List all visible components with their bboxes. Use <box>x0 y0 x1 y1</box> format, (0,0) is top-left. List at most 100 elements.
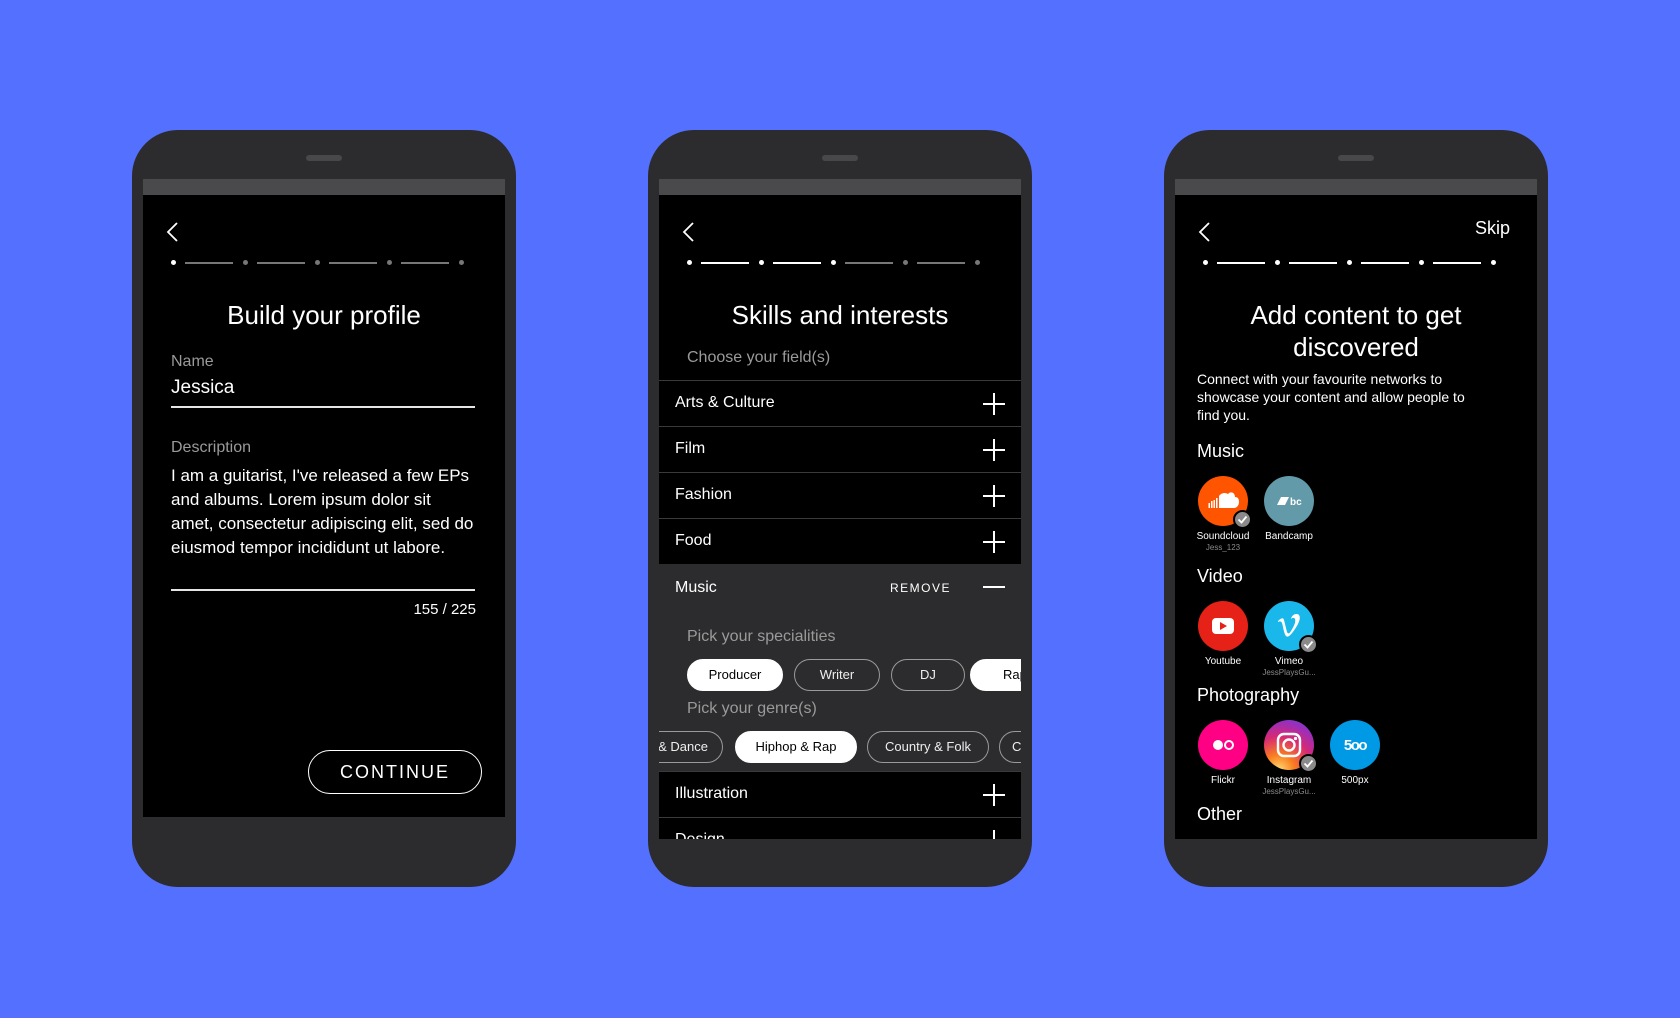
plus-icon[interactable] <box>983 485 1005 507</box>
chip-dj[interactable]: DJ <box>891 659 965 691</box>
network-500px[interactable]: 5oo 500px <box>1322 720 1388 786</box>
name-label: Name <box>171 353 214 370</box>
chip-electronic-dance[interactable]: Electronic & Dance <box>659 731 723 763</box>
field-row-arts-culture[interactable]: Arts & Culture <box>659 380 1021 426</box>
instagram-icon <box>1264 720 1318 773</box>
plus-icon[interactable] <box>983 531 1005 553</box>
network-name: Youtube <box>1204 656 1242 667</box>
screen: Build your profile Name Jessica Descript… <box>143 195 505 817</box>
plus-icon[interactable] <box>983 393 1005 415</box>
network-flickr[interactable]: Flickr <box>1190 720 1256 786</box>
field-label: Food <box>675 532 712 549</box>
progress-indicator <box>1203 259 1508 267</box>
field-row-illustration[interactable]: Illustration <box>659 771 1021 817</box>
progress-dot <box>1347 260 1352 265</box>
back-icon[interactable] <box>1194 220 1218 244</box>
network-username: JessPlaysGu... <box>1262 668 1316 677</box>
field-row-fashion[interactable]: Fashion <box>659 472 1021 518</box>
field-row-design[interactable]: Design <box>659 817 1021 839</box>
chip-producer[interactable]: Producer <box>687 659 783 691</box>
section-video: Video <box>1197 566 1243 586</box>
network-instagram[interactable]: Instagram JessPlaysGu... <box>1256 720 1322 796</box>
phone-speaker <box>822 155 858 161</box>
chip-hiphop-rap[interactable]: Hiphop & Rap <box>735 731 857 763</box>
phone-add-content: Skip Add content to get discovered Conne… <box>1164 130 1548 887</box>
section-music: Music <box>1197 441 1245 461</box>
description-label: Description <box>171 439 252 456</box>
plus-icon[interactable] <box>983 830 1005 839</box>
plus-icon[interactable] <box>983 439 1005 461</box>
chip-writer[interactable]: Writer <box>794 659 880 691</box>
network-name: Flickr <box>1211 775 1235 786</box>
progress-dot <box>315 260 320 265</box>
network-youtube[interactable]: Youtube <box>1190 601 1256 667</box>
progress-segment <box>1289 262 1337 264</box>
network-name: Soundcloud <box>1196 531 1250 542</box>
progress-segment <box>1217 262 1265 264</box>
progress-dot <box>831 260 836 265</box>
field-row-music-expanded: Music REMOVE Pick your specialities Prod… <box>659 564 1021 771</box>
chip-classical[interactable]: Classical <box>999 731 1021 763</box>
progress-indicator <box>687 259 992 267</box>
description-field[interactable]: I am a guitarist, I've released a few EP… <box>171 464 475 560</box>
minus-icon[interactable] <box>983 586 1005 588</box>
back-icon[interactable] <box>678 220 702 244</box>
status-bar <box>659 179 1021 195</box>
progress-segment <box>917 262 965 264</box>
choose-fields-label: Choose your field(s) <box>687 349 831 366</box>
network-bandcamp[interactable]: bc Bandcamp <box>1256 476 1322 542</box>
field-label: Design <box>675 831 725 839</box>
network-soundcloud[interactable]: Soundcloud Jess_123 <box>1190 476 1256 552</box>
page-title-line1: Add content to get <box>1250 300 1462 330</box>
page-title: Build your profile <box>227 300 421 330</box>
field-row-film[interactable]: Film <box>659 426 1021 472</box>
progress-indicator <box>171 259 476 267</box>
remove-button[interactable]: REMOVE <box>890 581 951 595</box>
progress-dot <box>687 260 692 265</box>
progress-dot <box>759 260 764 265</box>
progress-dot <box>1275 260 1280 265</box>
page-title: Skills and interests <box>731 300 949 330</box>
phone-build-profile: Build your profile Name Jessica Descript… <box>132 130 516 887</box>
connected-check-icon <box>1233 510 1252 529</box>
progress-dot <box>459 260 464 265</box>
specialities-chips: Producer Writer DJ Rap <box>659 659 1021 691</box>
phone-speaker <box>306 155 342 161</box>
continue-button[interactable]: CONTINUE <box>308 750 482 794</box>
progress-segment <box>845 262 893 264</box>
status-bar <box>1175 179 1537 195</box>
network-vimeo[interactable]: Vimeo JessPlaysGu... <box>1256 601 1322 677</box>
page-title-line2: discovered <box>1293 332 1419 362</box>
skip-button[interactable]: Skip <box>1475 218 1510 239</box>
vimeo-icon <box>1264 601 1318 654</box>
status-bar <box>143 179 505 195</box>
progress-dot <box>1203 260 1208 265</box>
youtube-icon <box>1198 601 1248 651</box>
chip-country-folk[interactable]: Country & Folk <box>867 731 989 763</box>
description-field-underline <box>171 589 475 591</box>
field-row-food[interactable]: Food <box>659 518 1021 564</box>
field-label: Illustration <box>675 785 748 802</box>
progress-dot <box>1491 260 1496 265</box>
progress-segment <box>1433 262 1481 264</box>
connected-check-icon <box>1299 754 1318 773</box>
field-label: Fashion <box>675 486 732 503</box>
plus-icon[interactable] <box>983 784 1005 806</box>
progress-segment <box>701 262 749 264</box>
screen: Skills and interests Choose your field(s… <box>659 195 1021 839</box>
svg-text:bc: bc <box>1290 497 1302 508</box>
name-field[interactable]: Jessica <box>171 377 234 399</box>
network-name: Instagram <box>1266 775 1312 786</box>
progress-segment <box>1361 262 1409 264</box>
progress-dot <box>975 260 980 265</box>
field-label: Film <box>675 440 706 457</box>
progress-dot <box>1419 260 1424 265</box>
phone-skills-interests: Skills and interests Choose your field(s… <box>648 130 1032 887</box>
intro-text: Connect with your favourite networks to … <box>1197 371 1465 423</box>
genres-chips: Electronic & Dance Hiphop & Rap Country … <box>659 731 1021 763</box>
progress-segment <box>401 262 449 264</box>
chip-rap[interactable]: Rap <box>970 659 1021 691</box>
back-icon[interactable] <box>162 220 186 244</box>
progress-dot <box>243 260 248 265</box>
field-label: Arts & Culture <box>675 394 775 411</box>
